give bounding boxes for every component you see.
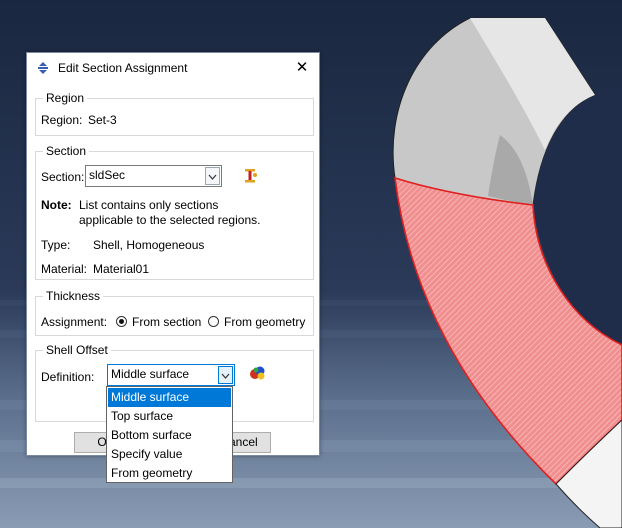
section-label: Section: <box>41 170 85 184</box>
material-label: Material: <box>41 262 88 276</box>
from-geometry-radio[interactable] <box>208 316 219 327</box>
region-label: Region: <box>41 113 83 127</box>
dialog-titlebar[interactable]: Edit Section Assignment ✕ <box>27 53 319 83</box>
chevron-down-icon[interactable] <box>218 366 233 384</box>
section-select[interactable]: sldSec <box>85 165 222 187</box>
option-middle-surface[interactable]: Middle surface <box>108 388 231 407</box>
option-from-geometry[interactable]: From geometry <box>108 464 231 483</box>
from-section-label[interactable]: From section <box>132 315 201 329</box>
close-icon: ✕ <box>295 59 309 76</box>
offset-definition-dropdown: Middle surface Top surface Bottom surfac… <box>106 386 233 483</box>
shell-offset-icon[interactable] <box>249 365 267 381</box>
create-section-icon[interactable] <box>242 168 258 184</box>
region-value: Set-3 <box>88 113 117 127</box>
section-select-value: sldSec <box>89 168 126 182</box>
close-button[interactable]: ✕ <box>291 58 313 78</box>
definition-label: Definition: <box>41 370 95 384</box>
offset-definition-select[interactable]: Middle surface <box>107 364 235 386</box>
material-value: Material01 <box>93 262 150 276</box>
option-top-surface[interactable]: Top surface <box>108 407 231 426</box>
option-bottom-surface[interactable]: Bottom surface <box>108 426 231 445</box>
offset-definition-value: Middle surface <box>111 367 190 381</box>
section-group-title: Section <box>43 144 90 158</box>
note-line-2: applicable to the selected regions. <box>79 213 261 227</box>
thickness-group: Thickness Assignment: From section From … <box>35 289 314 336</box>
region-group: Region Region: Set-3 <box>35 91 314 136</box>
thickness-group-title: Thickness <box>43 289 104 303</box>
region-group-title: Region <box>43 91 88 105</box>
assignment-label: Assignment: <box>41 315 108 329</box>
note-line-1: List contains only sections <box>79 198 219 212</box>
from-section-radio[interactable] <box>116 316 127 327</box>
shell-offset-group-title: Shell Offset <box>43 343 111 357</box>
from-geometry-label[interactable]: From geometry <box>224 315 305 329</box>
section-group: Section Section: sldSec Note: List conta… <box>35 144 314 280</box>
dialog-title: Edit Section Assignment <box>58 61 188 75</box>
type-value: Shell, Homogeneous <box>93 238 205 252</box>
note-label: Note: <box>41 198 72 212</box>
section-assign-icon <box>38 62 48 74</box>
option-specify-value[interactable]: Specify value <box>108 445 231 464</box>
chevron-down-icon[interactable] <box>205 167 220 185</box>
type-label: Type: <box>41 238 71 252</box>
